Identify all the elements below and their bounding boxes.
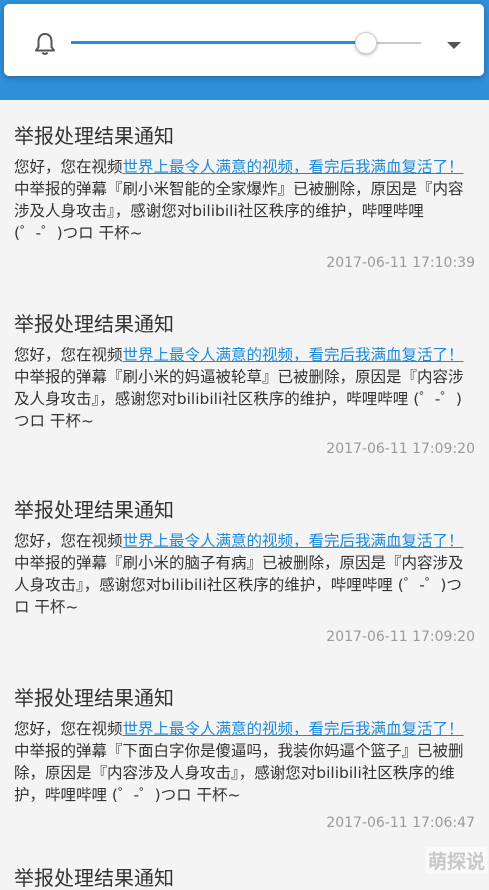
notification-title: 举报处理结果通知 (14, 498, 174, 522)
video-link[interactable]: 世界上最令人满意的视频，看完后我满血复活了！ (123, 158, 464, 176)
body-text: 中举报的弹幕『刷小米的脑子有病』已被删除，原因是『内容涉及人身攻击』，感谢您对b… (14, 554, 464, 616)
body-prefix: 您好，您在视频 (14, 158, 123, 176)
notification-timestamp: 2017-06-11 17:09:20 (326, 441, 475, 457)
notification-body: 您好，您在视频世界上最令人满意的视频，看完后我满血复活了！ 中举报的弹幕『下面白字… (14, 718, 476, 806)
notification-card[interactable]: 举报处理结果通知 您好，您在视频世界上最令人满意的视频，看完后我满血复活了！ 中举… (0, 100, 489, 289)
notification-card[interactable]: 举报处理结果通知 您好，您在视频世界上最令人满意的视频，看完后我满血复活了！ 中举… (0, 474, 489, 663)
body-prefix: 您好，您在视频 (14, 720, 123, 738)
notification-body: 您好，您在视频世界上最令人满意的视频，看完后我满血复活了！ 中举报的弹幕『刷小米智… (14, 156, 476, 244)
volume-slider-fill (71, 41, 365, 44)
video-link[interactable]: 世界上最令人满意的视频，看完后我满血复活了！ (123, 532, 464, 550)
notification-timestamp: 2017-06-11 17:06:47 (326, 815, 475, 831)
notification-card[interactable]: 举报处理结果通知 您好，您在视频世界上最令人满意的视频，看完后我满血复活了！ 中举… (0, 662, 489, 851)
notification-title: 举报处理结果通知 (14, 124, 174, 148)
notification-timestamp: 2017-06-11 17:10:39 (326, 255, 475, 271)
bell-icon[interactable] (32, 31, 58, 57)
body-text: 中举报的弹幕『下面白字你是傻逼吗，我装你妈逼个篮子』已被删除，原因是『内容涉及人… (14, 742, 464, 804)
notification-title: 举报处理结果通知 (14, 312, 174, 336)
notification-card[interactable]: 举报处理结果通知 您好，您在视频世界上最令人满意的视频，看完后我满血复活了！ 中举… (0, 288, 489, 475)
body-prefix: 您好，您在视频 (14, 346, 123, 364)
notification-timestamp: 2017-06-11 17:09:20 (326, 629, 475, 645)
notification-title: 举报处理结果通知 (14, 686, 174, 710)
video-link[interactable]: 世界上最令人满意的视频，看完后我满血复活了！ (123, 346, 464, 364)
body-prefix: 您好，您在视频 (14, 532, 123, 550)
triangle-down-icon[interactable] (445, 38, 463, 52)
watermark-logo: 萌探说 (425, 847, 487, 874)
volume-slider-thumb[interactable] (355, 32, 377, 54)
notification-body: 您好，您在视频世界上最令人满意的视频，看完后我满血复活了！ 中举报的弹幕『刷小米的… (14, 530, 476, 618)
body-text: 中举报的弹幕『刷小米的妈逼被轮草』已被删除，原因是『内容涉及人身攻击』，感谢您对… (14, 368, 464, 430)
notification-title: 举报处理结果通知 (14, 866, 174, 890)
notification-body: 您好，您在视频世界上最令人满意的视频，看完后我满血复活了！ 中举报的弹幕『刷小米的… (14, 344, 476, 432)
volume-panel (4, 4, 484, 76)
body-text: 中举报的弹幕『刷小米智能的全家爆炸』已被删除，原因是『内容涉及人身攻击』，感谢您… (14, 180, 464, 242)
video-link[interactable]: 世界上最令人满意的视频，看完后我满血复活了！ (123, 720, 464, 738)
notification-card[interactable]: 举报处理结果通知 (0, 850, 489, 890)
